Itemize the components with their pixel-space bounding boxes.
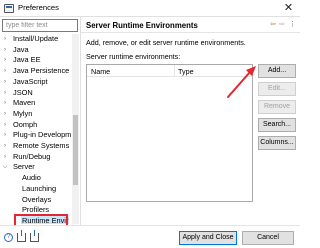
- dialog-footer: ? Apply and Close Cancel: [0, 225, 300, 248]
- tree-item-label: Oomph: [13, 119, 38, 129]
- tree-item-label: Maven: [13, 98, 36, 108]
- cancel-button[interactable]: Cancel: [242, 231, 294, 245]
- window-title: Preferences: [18, 3, 59, 12]
- preferences-tree: › Install/Update › Java › Java EE › Java Persis…: [0, 34, 72, 224]
- view-menu-icon[interactable]: ⋮: [289, 20, 296, 28]
- preferences-window-icon: [4, 4, 14, 13]
- tree-item-label: Run/Debug: [13, 151, 51, 161]
- search-button[interactable]: Search...: [258, 118, 296, 132]
- back-arrow-icon[interactable]: ⇦: [270, 20, 276, 28]
- tree-item-label: Audio: [22, 173, 41, 183]
- tree-item-label: Remote Systems: [13, 141, 70, 150]
- chevron-right-icon[interactable]: ›: [2, 88, 8, 98]
- tree-item-label: Java EE: [13, 55, 41, 65]
- chevron-right-icon[interactable]: ›: [2, 98, 8, 108]
- tree-item-label: Java: [13, 44, 29, 54]
- page-description: Add, remove, or edit server runtime envi…: [86, 38, 246, 47]
- runtime-environments-table[interactable]: Name Type: [86, 64, 253, 202]
- column-separator[interactable]: [174, 65, 175, 77]
- chevron-right-icon[interactable]: ›: [2, 45, 8, 55]
- page-header: Server Runtime Environments ⇦ ⇨ ⋮: [81, 17, 300, 33]
- help-icon[interactable]: ?: [4, 233, 13, 242]
- tree-item-label: Java Persistence: [13, 66, 70, 76]
- chevron-right-icon[interactable]: ›: [2, 55, 8, 65]
- page-title: Server Runtime Environments: [86, 21, 198, 30]
- apply-and-close-button[interactable]: Apply and Close: [179, 231, 237, 245]
- remove-button[interactable]: Remove: [258, 100, 296, 114]
- tree-item-label: Install/Update: [13, 34, 59, 43]
- title-bar: Preferences ✕: [0, 0, 300, 17]
- tree-item-label: JavaScript: [13, 76, 48, 86]
- chevron-right-icon[interactable]: ›: [2, 141, 8, 151]
- tree-item-label: Overlays: [22, 194, 52, 204]
- tree-item-label: JSON: [13, 87, 33, 97]
- forward-arrow-icon[interactable]: ⇨: [279, 20, 285, 28]
- chevron-down-icon[interactable]: ⌵: [2, 162, 8, 172]
- column-header-name[interactable]: Name: [91, 67, 110, 76]
- table-header: Name Type: [87, 65, 252, 77]
- close-button[interactable]: ✕: [281, 1, 296, 15]
- chevron-right-icon[interactable]: ›: [2, 130, 8, 140]
- tree-item-label: Profilers: [22, 205, 50, 215]
- chevron-right-icon[interactable]: ›: [2, 66, 8, 76]
- tree-scrollbar-thumb[interactable]: [73, 115, 78, 185]
- column-header-type[interactable]: Type: [178, 67, 194, 76]
- chevron-right-icon[interactable]: ›: [2, 120, 8, 130]
- edit-button[interactable]: Edit...: [258, 82, 296, 96]
- tree-item-label: Server: [13, 162, 35, 172]
- tree-item-label: Mylyn: [13, 108, 33, 118]
- tree-item-label: Launching: [22, 183, 57, 193]
- tree-item-label: Plug-in Developm: [13, 130, 72, 140]
- columns-button[interactable]: Columns...: [258, 136, 296, 150]
- tree-item-label: Runtime Envir: [21, 215, 70, 224]
- chevron-right-icon[interactable]: ›: [2, 77, 8, 87]
- chevron-right-icon[interactable]: ›: [2, 34, 8, 44]
- preference-page: Server Runtime Environments ⇦ ⇨ ⋮ Add, r…: [81, 17, 300, 225]
- chevron-right-icon[interactable]: ›: [2, 152, 8, 162]
- runtime-list-label: Server runtime environments:: [86, 52, 181, 61]
- import-icon[interactable]: [17, 230, 26, 242]
- export-icon[interactable]: [30, 230, 39, 242]
- chevron-right-icon[interactable]: ›: [2, 109, 8, 119]
- preferences-tree-pane: › Install/Update › Java › Java EE › Java Persis…: [0, 17, 80, 227]
- add-button[interactable]: Add...: [258, 64, 296, 78]
- filter-input[interactable]: [2, 19, 78, 32]
